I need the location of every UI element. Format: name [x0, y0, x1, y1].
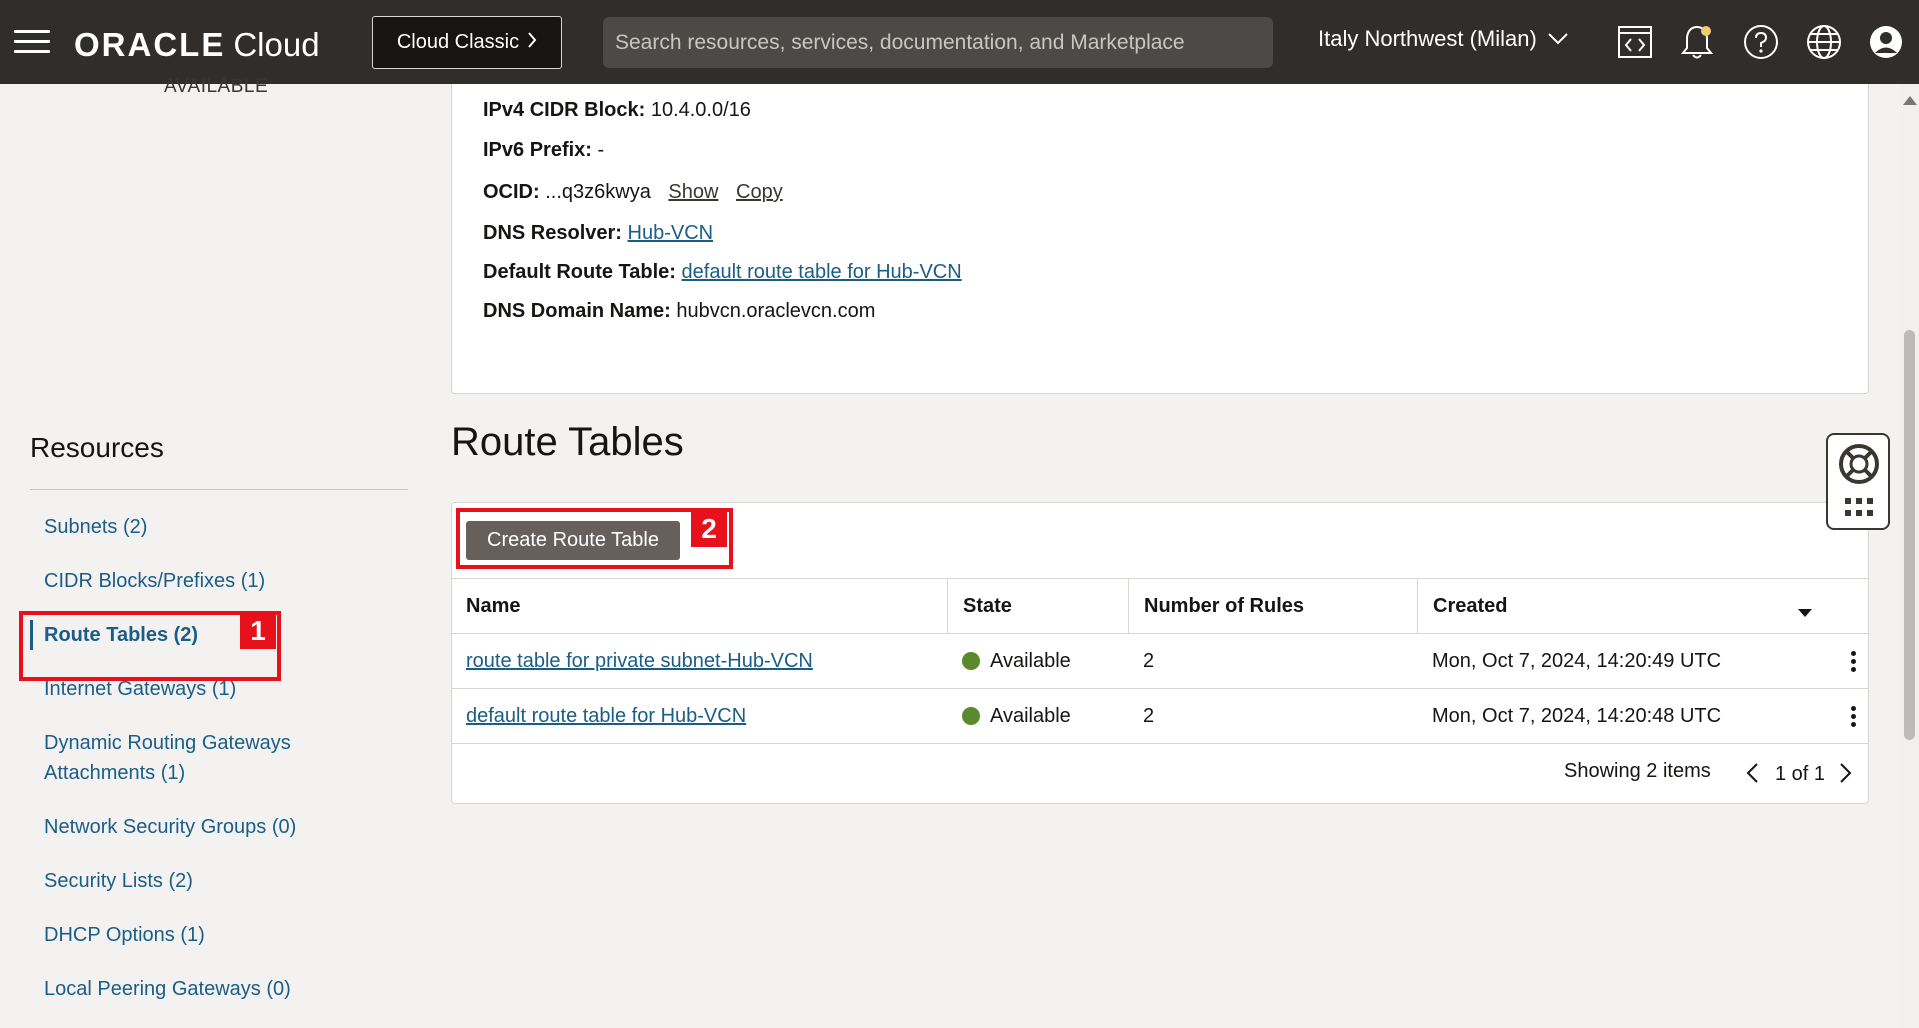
table-row: default route table for Hub-VCN Availabl… — [451, 689, 1869, 744]
route-table-name-link[interactable]: route table for private subnet-Hub-VCN — [466, 650, 813, 673]
column-header-name[interactable]: Name — [451, 579, 947, 633]
resource-dhcp-options-link[interactable]: DHCP Options (1) — [30, 920, 410, 950]
default-route-table-link[interactable]: default route table for Hub-VCN — [682, 261, 962, 283]
column-header-created-label: Created — [1433, 594, 1508, 617]
resource-cidr-blocks-link[interactable]: CIDR Blocks/Prefixes (1) — [30, 566, 410, 596]
ipv4-cidr-row: IPv4 CIDR Block: 10.4.0.0/16 — [483, 99, 751, 122]
dns-resolver-row: DNS Resolver: Hub-VCN — [483, 222, 713, 245]
scroll-up-icon[interactable] — [1903, 96, 1917, 105]
cloud-classic-button[interactable]: Cloud Classic — [372, 16, 562, 69]
resource-subnets-link[interactable]: Subnets (2) — [30, 512, 410, 542]
create-route-table-button[interactable]: Create Route Table — [466, 521, 680, 560]
column-header-rules[interactable]: Number of Rules — [1128, 579, 1417, 633]
route-table-created: Mon, Oct 7, 2024, 14:20:49 UTC — [1432, 649, 1722, 672]
notifications-bell-icon[interactable] — [1677, 22, 1717, 62]
scrollbar-thumb[interactable] — [1904, 330, 1915, 740]
resources-heading: Resources — [30, 432, 164, 463]
help-widget[interactable] — [1826, 433, 1890, 530]
row-actions-kebab-icon[interactable] — [1849, 651, 1857, 675]
next-page-icon[interactable] — [1839, 762, 1853, 790]
search-input[interactable]: Search resources, services, documentatio… — [603, 17, 1273, 68]
code-editor-icon[interactable] — [1615, 22, 1655, 62]
logo-oracle-text: ORACLE — [74, 26, 226, 63]
top-header: ORACLE Cloud Cloud Classic Search resour… — [0, 0, 1919, 84]
lifebuoy-icon[interactable] — [1838, 443, 1880, 490]
sort-desc-icon[interactable] — [1797, 601, 1813, 624]
resource-nsg-link[interactable]: Network Security Groups (0) — [30, 812, 410, 842]
ipv6-prefix-row: IPv6 Prefix: - — [483, 139, 604, 162]
route-tables-table: Name State Number of Rules Created route… — [451, 578, 1869, 744]
chevron-right-icon — [527, 31, 537, 54]
showing-items-text: Showing 2 items — [1564, 760, 1711, 782]
ocid-row: OCID: ...q3z6kwya Show Copy — [483, 181, 783, 204]
status-available-icon — [962, 652, 980, 670]
ipv6-prefix-value: - — [597, 139, 605, 161]
logo-cloud-text: Cloud — [233, 26, 320, 63]
resource-security-lists-link[interactable]: Security Lists (2) — [30, 866, 410, 896]
region-label: Italy Northwest (Milan) — [1318, 26, 1537, 51]
dns-resolver-link[interactable]: Hub-VCN — [628, 222, 714, 244]
resources-divider — [30, 489, 408, 490]
route-table-rules-count: 2 — [1143, 704, 1155, 727]
chevron-down-icon — [1547, 26, 1569, 52]
route-table-state: Available — [990, 704, 1071, 727]
row-actions-kebab-icon[interactable] — [1849, 706, 1857, 730]
region-selector[interactable]: Italy Northwest (Milan) — [1318, 26, 1569, 52]
user-profile-icon[interactable] — [1866, 22, 1906, 62]
dns-domain-label: DNS Domain Name: — [483, 300, 671, 322]
column-header-created[interactable]: Created — [1417, 579, 1869, 633]
route-table-created: Mon, Oct 7, 2024, 14:20:48 UTC — [1432, 704, 1722, 727]
dns-resolver-label: DNS Resolver: — [483, 222, 622, 244]
apps-grid-icon[interactable] — [1844, 497, 1874, 524]
language-globe-icon[interactable] — [1804, 22, 1844, 62]
ocid-show-link[interactable]: Show — [668, 181, 718, 203]
dns-domain-value: hubvcn.oraclevcn.com — [676, 300, 876, 322]
table-header-row: Name State Number of Rules Created — [451, 578, 1869, 634]
ocid-label: OCID: — [483, 181, 540, 203]
ipv4-cidr-value: 10.4.0.0/16 — [650, 99, 751, 121]
page-indicator: 1 of 1 — [1775, 763, 1826, 785]
resources-list: Subnets (2) CIDR Blocks/Prefixes (1) Rou… — [30, 512, 410, 1028]
route-table-name-link[interactable]: default route table for Hub-VCN — [466, 705, 746, 728]
route-table-state: Available — [990, 649, 1071, 672]
default-route-table-label: Default Route Table: — [483, 261, 676, 283]
ipv4-cidr-label: IPv4 CIDR Block: — [483, 99, 646, 121]
route-tables-heading: Route Tables — [451, 420, 684, 464]
vcn-status-text: AVAILABLE — [164, 76, 269, 97]
table-row: route table for private subnet-Hub-VCN A… — [451, 634, 1869, 689]
column-header-state[interactable]: State — [947, 579, 1128, 633]
resource-lpg-link[interactable]: Local Peering Gateways (0) — [30, 974, 410, 1004]
status-available-icon — [962, 707, 980, 725]
previous-page-icon[interactable] — [1745, 762, 1759, 790]
ipv6-prefix-label: IPv6 Prefix: — [483, 139, 592, 161]
annotation-label-1: 1 — [240, 613, 276, 649]
pagination-bar: Showing 2 items 1 of 1 — [451, 744, 1869, 800]
cloud-classic-label: Cloud Classic — [396, 31, 520, 53]
resource-drg-attachments-link[interactable]: Dynamic Routing Gateways Attachments (1) — [30, 728, 330, 788]
ocid-value: ...q3z6kwya — [545, 181, 651, 203]
dns-domain-row: DNS Domain Name: hubvcn.oraclevcn.com — [483, 300, 875, 323]
hamburger-menu-icon[interactable] — [14, 30, 50, 54]
ocid-copy-link[interactable]: Copy — [736, 181, 783, 203]
route-table-rules-count: 2 — [1143, 649, 1155, 672]
annotation-label-2: 2 — [691, 511, 727, 547]
help-question-icon[interactable] — [1741, 22, 1781, 62]
oracle-cloud-logo[interactable]: ORACLE Cloud — [74, 26, 320, 63]
default-route-table-row: Default Route Table: default route table… — [483, 261, 962, 284]
search-placeholder: Search resources, services, documentatio… — [615, 30, 1185, 54]
vcn-details-card: IPv4 CIDR Block: 10.4.0.0/16 IPv6 Prefix… — [451, 84, 1869, 394]
